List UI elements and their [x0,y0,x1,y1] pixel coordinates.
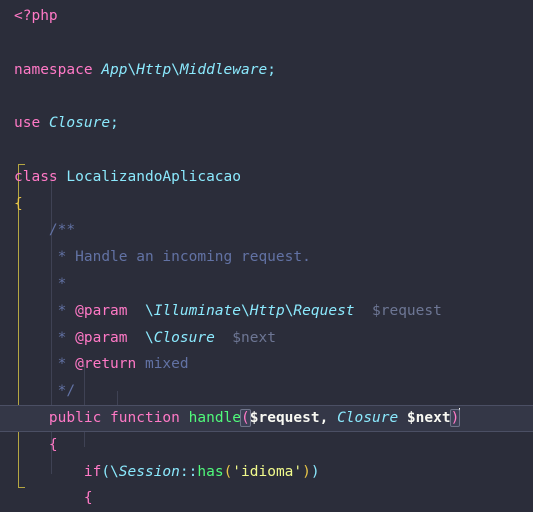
namespace-http: Http [136,61,172,78]
backslash-1: \ [127,61,137,78]
code-line-2-blank[interactable] [0,30,533,57]
doc-var-request: $request [372,302,442,319]
scope-operator-1: :: [179,463,198,480]
code-line-4-blank[interactable] [0,83,533,110]
code-line-14[interactable]: * @return mixed [0,351,533,378]
doc-type-request: Request [293,302,355,319]
class-name: LocalizandoAplicacao [66,168,241,185]
code-line-9[interactable]: /** [0,217,533,244]
class-brace-open: { [14,195,23,212]
code-editor[interactable]: <?php namespace App\Http\Middleware; use… [0,0,533,512]
doc-type-illuminate: Illuminate [153,302,242,319]
code-line-11[interactable]: * [0,271,533,298]
matching-bracket-close: ) [449,408,461,427]
keyword-use: use [14,115,41,132]
semicolon-2: ; [110,115,119,132]
class-session-1: Session [118,463,180,480]
keyword-public: public [48,409,102,426]
code-line-7[interactable]: class LocalizandoAplicacao [0,164,533,191]
code-line-5[interactable]: use Closure; [0,110,533,137]
keyword-if: if [83,463,102,480]
backslash-4: \ [241,302,250,319]
text-cursor [459,407,461,425]
if-paren-open: ( [101,463,111,480]
namespace-app: App [101,61,128,78]
docblock-star-5: * [57,356,67,373]
code-line-17[interactable]: { [0,432,533,459]
backslash-6: \ [144,329,154,346]
docblock-param-tag-1: @param [75,302,128,319]
code-line-18[interactable]: if(\Session::has('idioma')) [0,459,533,486]
keyword-function: function [110,409,180,426]
docblock-star-3: * [57,302,67,319]
docblock-close: */ [57,383,76,400]
code-line-12[interactable]: * @param \Illuminate\Http\Request $reque… [0,298,533,325]
docblock-star-4: * [57,329,67,346]
code-line-6-blank[interactable] [0,137,533,164]
matching-bracket-open: ( [240,408,251,427]
docblock-return-type: mixed [144,356,189,373]
code-line-1[interactable]: <?php [0,3,533,30]
docblock-star-1: * [57,249,67,266]
method-has: has [197,463,224,480]
method-brace-open: { [48,436,58,453]
code-line-15[interactable]: */ [0,378,533,405]
docblock-open: /** [48,222,76,239]
param-next: $next [406,409,451,426]
code-line-16-active[interactable]: public function handle($request, Closure… [0,404,533,432]
php-open-tag: <?php [14,8,58,24]
doc-type-http: Http [249,302,285,319]
code-line-10[interactable]: * Handle an incoming request. [0,244,533,271]
string-idioma-1: 'idioma' [232,463,303,480]
if-brace-open: { [83,490,93,507]
code-line-19[interactable]: { [0,485,533,512]
doc-type-closure: Closure [153,329,215,346]
keyword-class: class [14,168,58,185]
code-line-8[interactable]: { [0,191,533,218]
docblock-star-2: * [57,275,67,292]
has-paren-close: ) [302,463,311,480]
param-request: $request [249,409,320,426]
doc-var-next: $next [232,329,276,346]
namespace-middleware: Middleware [179,61,268,78]
param-type-closure: Closure [337,409,399,426]
method-name-handle: handle [188,409,242,426]
backslash-3: \ [144,302,154,319]
param-separator: , [319,409,338,426]
has-paren-open: ( [223,463,233,480]
docblock-return-tag: @return [75,356,137,373]
code-line-13[interactable]: * @param \Closure $next [0,325,533,352]
docblock-summary: Handle an incoming request. [75,249,311,266]
use-closure: Closure [48,115,111,132]
docblock-param-tag-2: @param [75,329,128,346]
if-paren-close: ) [310,463,320,480]
keyword-namespace: namespace [14,61,93,78]
code-line-3[interactable]: namespace App\Http\Middleware; [0,57,533,84]
semicolon-1: ; [267,61,276,78]
backslash-7: \ [110,463,119,480]
backslash-2: \ [171,61,180,78]
